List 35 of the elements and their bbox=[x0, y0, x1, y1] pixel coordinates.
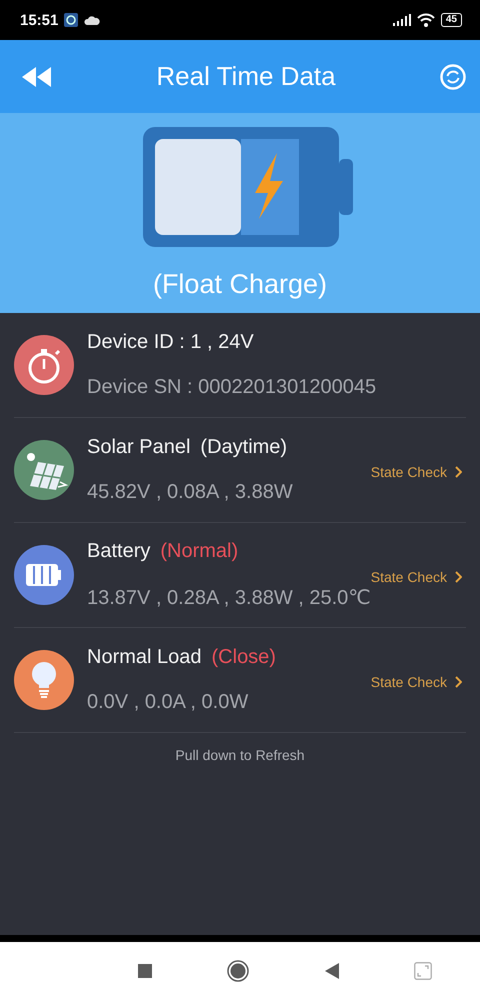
back-icon[interactable] bbox=[324, 963, 339, 979]
item-name: Solar Panel bbox=[87, 436, 190, 459]
item-reading: 45.82V , 0.08A , 3.88W bbox=[87, 481, 294, 504]
item-status: (Close) bbox=[212, 646, 276, 669]
page-title: Real Time Data bbox=[156, 61, 336, 92]
battery-indicator: 45 bbox=[440, 13, 462, 27]
state-check-link[interactable]: State Check bbox=[370, 569, 466, 585]
charge-state: (Float Charge) bbox=[152, 269, 328, 300]
app-notification-icon bbox=[64, 13, 78, 27]
rewind-icon[interactable] bbox=[22, 66, 52, 86]
item-reading: 0.0V , 0.0A , 0.0W bbox=[87, 691, 250, 714]
state-check-link[interactable]: State Check bbox=[370, 674, 466, 690]
state-check-link[interactable]: State Check bbox=[370, 464, 466, 480]
recent-apps-icon[interactable] bbox=[138, 964, 152, 978]
battery-icon bbox=[14, 545, 74, 605]
cloud-icon bbox=[84, 15, 100, 25]
device-serial-number: Device SN : 0002201301200045 bbox=[87, 376, 378, 399]
solar-panel-icon bbox=[14, 440, 74, 500]
refresh-icon[interactable] bbox=[440, 64, 466, 90]
item-status: (Daytime) bbox=[200, 436, 288, 459]
item-name: Normal Load bbox=[87, 646, 202, 669]
home-icon[interactable] bbox=[227, 960, 250, 982]
stopwatch-icon bbox=[14, 335, 74, 395]
device-id: Device ID : 1 , 24V bbox=[87, 331, 255, 354]
wifi-icon bbox=[416, 13, 435, 27]
chevron-right-icon bbox=[455, 676, 462, 688]
status-time: 15:51 bbox=[20, 12, 58, 28]
item-name: Battery bbox=[87, 540, 150, 563]
item-status: (Normal) bbox=[160, 540, 238, 563]
item-reading: 13.87V , 0.28A , 3.88W , 25.0℃ bbox=[87, 586, 371, 610]
refresh-hint: Pull down to Refresh bbox=[175, 747, 305, 763]
signal-icon bbox=[392, 14, 411, 26]
light-bulb-icon bbox=[14, 650, 74, 710]
chevron-right-icon bbox=[455, 466, 462, 478]
chevron-right-icon bbox=[455, 571, 462, 583]
